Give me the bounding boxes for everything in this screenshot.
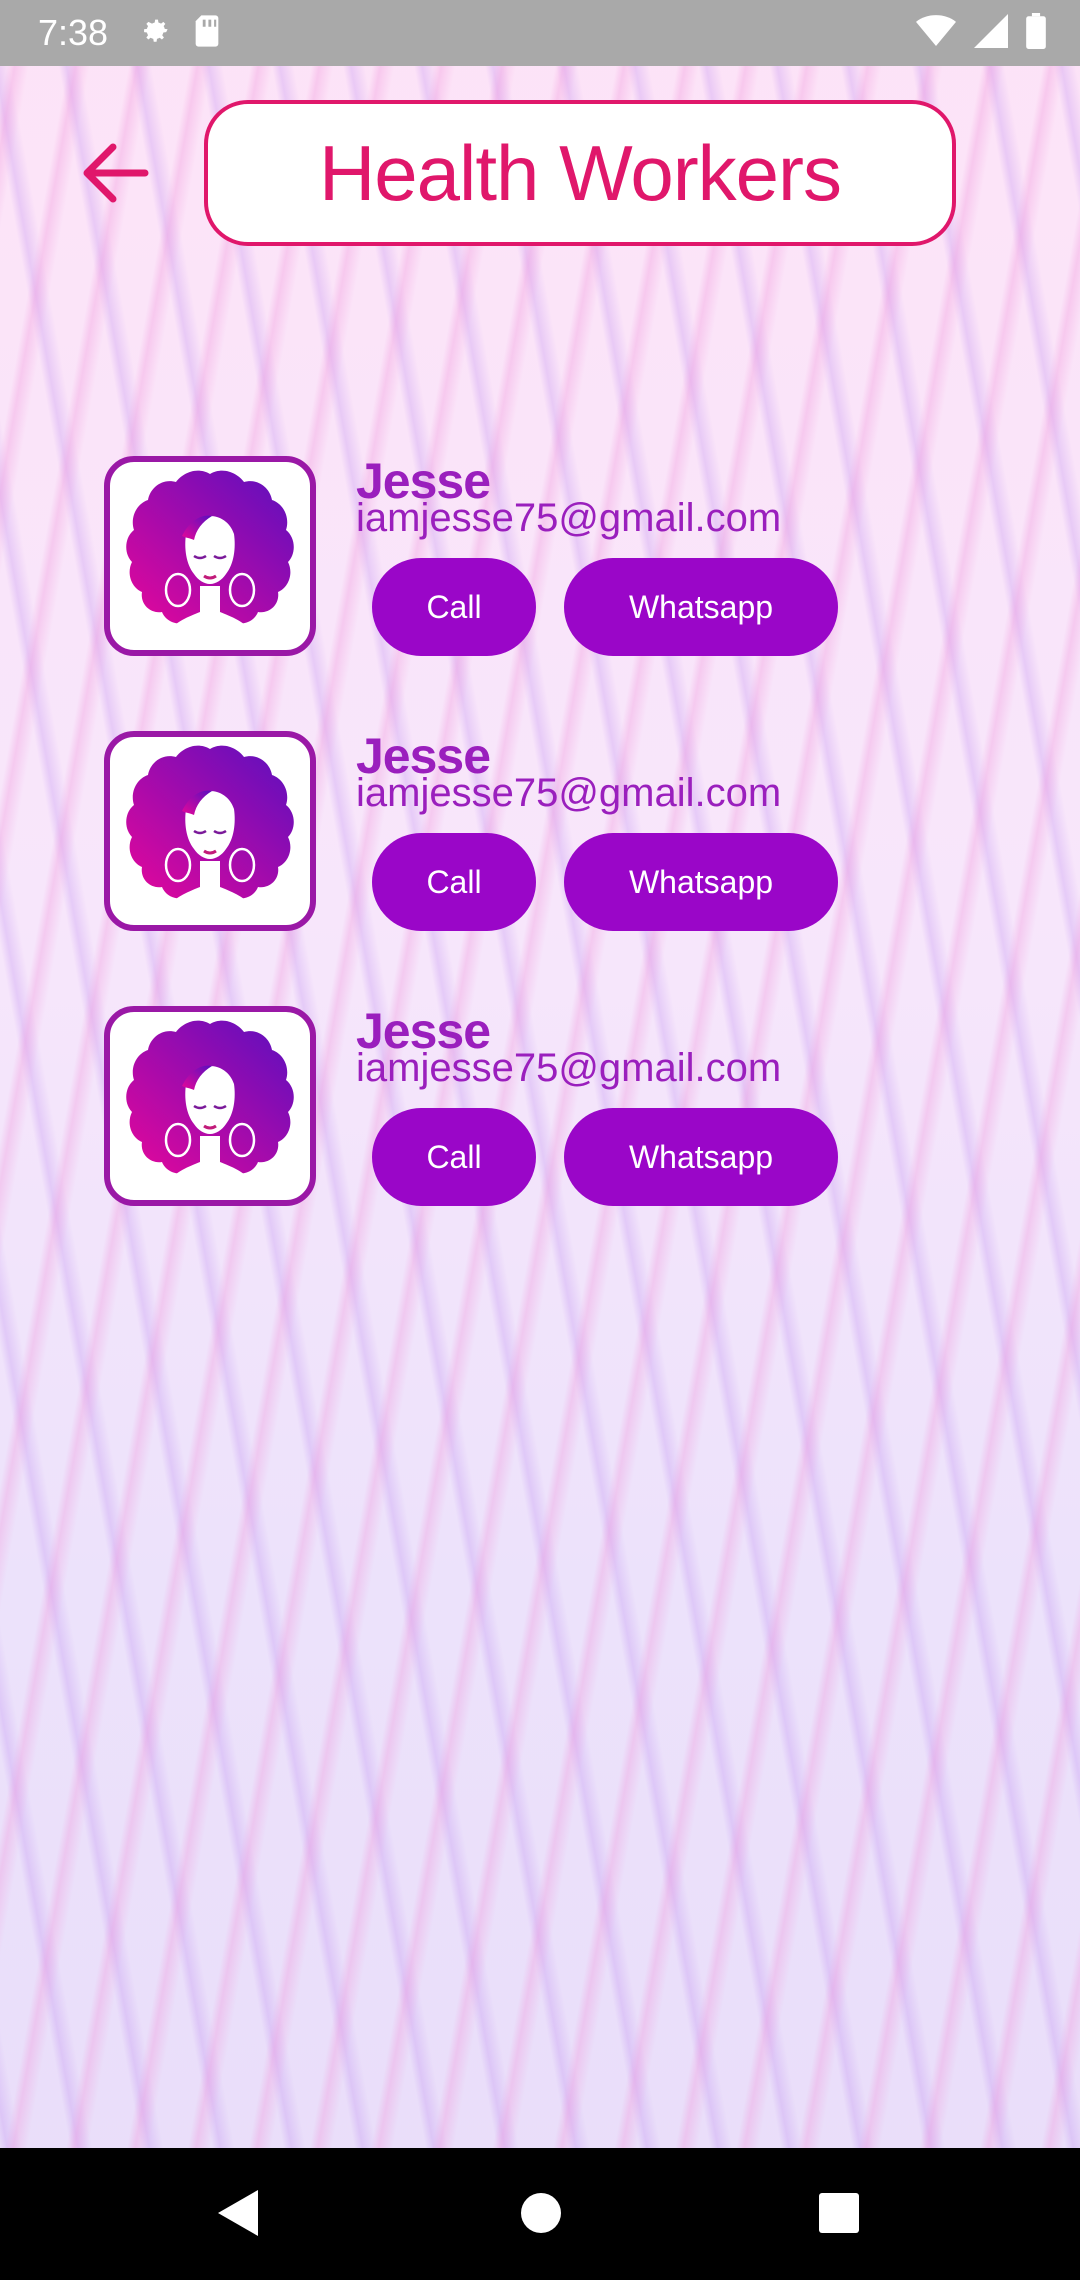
wifi-icon	[916, 14, 956, 53]
whatsapp-button[interactable]: Whatsapp	[564, 833, 838, 931]
worker-email: iamjesse75@gmail.com	[356, 1046, 782, 1090]
avatar	[104, 1006, 316, 1206]
call-button[interactable]: Call	[372, 1108, 536, 1206]
health-worker-list: Jesse iamjesse75@gmail.com Call Whatsapp	[0, 452, 1080, 1277]
status-time: 7:38	[38, 12, 109, 53]
page-title: Health Workers	[318, 128, 842, 217]
page-title-box: Health Workers	[204, 100, 956, 246]
worker-email: iamjesse75@gmail.com	[356, 496, 782, 540]
worker-email: iamjesse75@gmail.com	[356, 771, 782, 815]
settings-icon	[138, 14, 172, 53]
sd-card-icon	[192, 14, 222, 53]
navigation-bar	[0, 2148, 1080, 2280]
avatar	[104, 731, 316, 931]
avatar	[104, 456, 316, 656]
arrow-left-icon	[79, 141, 149, 209]
whatsapp-button[interactable]: Whatsapp	[564, 1108, 838, 1206]
home-circle-icon[interactable]	[518, 2188, 564, 2242]
recents-square-icon[interactable]	[816, 2188, 862, 2242]
call-button[interactable]: Call	[372, 558, 536, 656]
status-bar: 7:38	[0, 0, 1080, 66]
back-button[interactable]	[72, 138, 156, 212]
battery-icon	[1026, 12, 1046, 54]
back-triangle-icon[interactable]	[214, 2188, 260, 2242]
worker-card: Jesse iamjesse75@gmail.com Call Whatsapp	[0, 1002, 1080, 1277]
call-button[interactable]: Call	[372, 833, 536, 931]
worker-card: Jesse iamjesse75@gmail.com Call Whatsapp	[0, 452, 1080, 727]
worker-card: Jesse iamjesse75@gmail.com Call Whatsapp	[0, 727, 1080, 1002]
signal-icon	[974, 13, 1008, 53]
whatsapp-button[interactable]: Whatsapp	[564, 558, 838, 656]
